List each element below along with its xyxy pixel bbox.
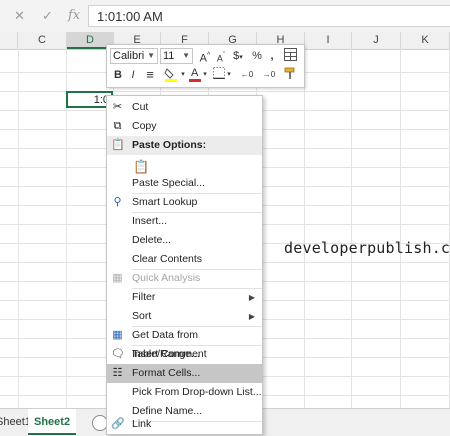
insert-function-icon[interactable]: fx bbox=[68, 8, 80, 23]
scissors-icon: ✂ bbox=[112, 101, 123, 113]
menu-item-label: Insert Comment bbox=[132, 348, 207, 360]
menu-item-sort[interactable]: Sort ▶ bbox=[107, 307, 262, 326]
chevron-down-icon: ▼ bbox=[182, 51, 190, 60]
menu-item-link[interactable]: 🔗 Link bbox=[107, 415, 262, 434]
chevron-down-icon[interactable]: ▾ bbox=[202, 67, 208, 83]
column-header-b[interactable] bbox=[0, 32, 18, 49]
font-name-dropdown[interactable]: Calibri ▼ bbox=[110, 48, 158, 64]
menu-item-label: Copy bbox=[132, 120, 157, 132]
formula-input[interactable]: 1:01:00 AM bbox=[88, 5, 450, 27]
comment-icon: 🗨 bbox=[111, 348, 125, 360]
column-header-k[interactable]: K bbox=[401, 32, 450, 49]
menu-item-clear-contents[interactable]: Clear Contents bbox=[107, 250, 262, 269]
menu-item-smart-lookup[interactable]: ⚲ Smart Lookup bbox=[107, 193, 262, 212]
border-icon[interactable] bbox=[212, 67, 226, 83]
fill-color-button[interactable] bbox=[162, 67, 180, 83]
enter-icon[interactable]: ✓ bbox=[42, 8, 53, 24]
menu-header-paste-options: 📋 Paste Options: bbox=[107, 136, 262, 155]
quick-analysis-icon: ▦ bbox=[112, 272, 123, 284]
menu-item-insert-comment[interactable]: 🗨 Insert Comment bbox=[107, 345, 262, 364]
search-icon: ⚲ bbox=[113, 196, 122, 208]
grow-font-glyph: A bbox=[199, 52, 208, 65]
chevron-down-icon: ▼ bbox=[147, 51, 155, 60]
menu-item-insert[interactable]: Insert... bbox=[107, 212, 262, 231]
menu-item-filter[interactable]: Filter ▶ bbox=[107, 288, 262, 307]
column-header-j[interactable]: J bbox=[352, 32, 401, 49]
menu-item-paste-special[interactable]: Paste Special... bbox=[107, 174, 262, 193]
paste-icon: 📋 bbox=[133, 159, 150, 174]
formula-content: 1:01:00 AM bbox=[97, 9, 163, 24]
column-header-c[interactable]: C bbox=[18, 32, 67, 49]
decrease-decimal-button[interactable]: →0 bbox=[260, 67, 278, 83]
merge-table-icon[interactable] bbox=[282, 48, 298, 64]
menu-item-label: Clear Contents bbox=[132, 253, 203, 265]
menu-item-quick-analysis: ▦ Quick Analysis bbox=[107, 269, 262, 288]
bold-button[interactable]: B bbox=[113, 67, 123, 83]
watermark-text: developerpublish.com bbox=[284, 239, 450, 257]
table-icon: ▦ bbox=[112, 329, 123, 341]
grow-font-icon[interactable]: A^ bbox=[198, 48, 212, 65]
copy-icon: ⧉ bbox=[113, 120, 122, 132]
italic-button[interactable]: I bbox=[129, 67, 137, 83]
shrink-font-icon[interactable]: Aˇ bbox=[214, 48, 228, 64]
chevron-right-icon: ▶ bbox=[248, 312, 255, 321]
menu-item-label: Sort bbox=[132, 310, 152, 322]
menu-item-delete[interactable]: Delete... bbox=[107, 231, 262, 250]
menu-item-label: Delete... bbox=[132, 234, 172, 246]
menu-item-label: Smart Lookup bbox=[132, 196, 198, 208]
increase-decimal-button[interactable]: ←0 bbox=[238, 67, 256, 83]
menu-item-label: Cut bbox=[132, 101, 149, 113]
currency-button[interactable]: $▾ bbox=[230, 48, 246, 64]
font-color-swatch bbox=[189, 79, 201, 82]
cancel-icon[interactable]: ✕ bbox=[14, 8, 25, 24]
font-size-dropdown[interactable]: 11 ▼ bbox=[160, 48, 193, 64]
font-size-value: 11 bbox=[163, 50, 175, 62]
chevron-down-icon[interactable]: ▾ bbox=[226, 67, 232, 83]
chevron-right-icon: ▶ bbox=[248, 293, 255, 302]
menu-item-label: Paste Options: bbox=[132, 139, 207, 151]
font-color-button[interactable]: A bbox=[188, 67, 202, 83]
menu-item-cut[interactable]: ✂ Cut bbox=[107, 98, 262, 117]
menu-item-format-cells[interactable]: ☷ Format Cells... bbox=[107, 364, 262, 383]
tab-sheet2[interactable]: Sheet2 bbox=[28, 409, 77, 435]
menu-item-label: Paste Special... bbox=[132, 177, 205, 189]
comma-button[interactable]: , bbox=[267, 48, 277, 64]
menu-item-label: Filter bbox=[132, 291, 156, 303]
menu-item-label: Format Cells... bbox=[132, 367, 201, 379]
mini-toolbar: Calibri ▼ 11 ▼ A^ Aˇ $▾ % , B I ≡ ▾ A ▾ … bbox=[106, 44, 305, 88]
format-cells-icon: ☷ bbox=[112, 367, 123, 379]
paintbrush-icon[interactable] bbox=[283, 67, 297, 83]
menu-item-copy[interactable]: ⧉ Copy bbox=[107, 117, 262, 136]
column-header-i[interactable]: I bbox=[305, 32, 352, 49]
clipboard-icon: 📋 bbox=[111, 139, 125, 151]
font-name-value: Calibri bbox=[113, 50, 145, 62]
menu-item-label: Quick Analysis bbox=[132, 272, 201, 284]
menu-item-label: Pick From Drop-down List... bbox=[132, 386, 262, 398]
grid-line bbox=[18, 49, 19, 408]
menu-item-pick-dropdown[interactable]: Pick From Drop-down List... bbox=[107, 383, 262, 402]
grid-line bbox=[351, 49, 352, 408]
align-center-button[interactable]: ≡ bbox=[144, 67, 156, 83]
formula-bar: ✕ ✓ fx 1:01:00 AM bbox=[0, 0, 450, 33]
chevron-down-icon[interactable]: ▾ bbox=[180, 67, 186, 83]
menu-item-label: Insert... bbox=[132, 215, 168, 227]
percent-button[interactable]: % bbox=[250, 48, 264, 64]
grid-line bbox=[304, 49, 305, 408]
link-icon: 🔗 bbox=[111, 418, 125, 430]
grid-line bbox=[400, 49, 401, 408]
context-menu: ✂ Cut ⧉ Copy 📋 Paste Options: 📋 Paste Sp… bbox=[106, 95, 263, 435]
menu-item-get-data[interactable]: ▦ Get Data from Table/Range... bbox=[107, 326, 262, 360]
menu-item-label: Link bbox=[132, 418, 152, 430]
